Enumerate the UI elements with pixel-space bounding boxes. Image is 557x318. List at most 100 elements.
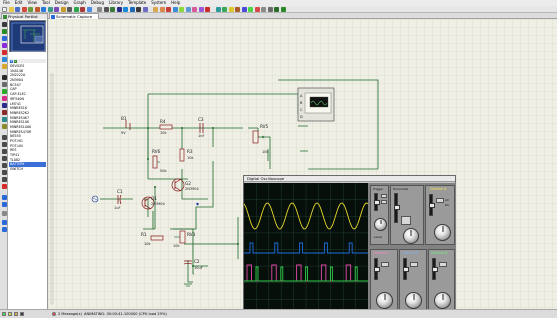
tape-recorder-icon[interactable] — [1, 96, 7, 101]
channel-d-coupling-selector[interactable] — [439, 262, 447, 267]
capacitor-C3[interactable]: C3 1nF — [198, 117, 204, 138]
bom-icon[interactable] — [73, 6, 79, 12]
oscilloscope-symbol[interactable]: A B C D — [297, 87, 335, 122]
search-tag-icon[interactable] — [248, 6, 253, 12]
zoom-area-icon[interactable] — [142, 6, 148, 12]
channel-c-coupling-selector[interactable] — [381, 262, 389, 267]
channel-a-position-slider[interactable] — [429, 194, 435, 216]
pick-from-library-button[interactable]: P — [10, 59, 13, 63]
device-pins-icon[interactable] — [1, 82, 7, 87]
selection-mode-icon[interactable] — [1, 22, 7, 27]
play-button[interactable] — [2, 312, 6, 316]
close-project-icon[interactable] — [34, 6, 40, 12]
wire-autorouter-icon[interactable] — [241, 6, 247, 12]
potentiometer-RV5[interactable]: RV5 10k — [252, 124, 269, 154]
horizontal-position-slider[interactable] — [394, 193, 400, 223]
digital-oscilloscope-window[interactable]: Digital Oscilloscope Trigger Level Horiz… — [243, 175, 456, 316]
gerber-icon[interactable] — [67, 6, 72, 12]
messages-count[interactable]: 2 Message(s) — [58, 312, 82, 317]
circle-2d-icon[interactable] — [1, 149, 7, 154]
pick-device-icon[interactable] — [215, 6, 221, 12]
mirror-x-icon[interactable] — [1, 220, 7, 225]
trigger-level-slider[interactable] — [374, 193, 380, 211]
overview-window[interactable] — [9, 20, 46, 52]
channel-d-position-slider[interactable] — [432, 258, 438, 280]
schematic-icon[interactable] — [47, 6, 53, 12]
packaging-icon[interactable] — [228, 6, 234, 12]
junction-dot-icon[interactable] — [1, 36, 7, 41]
signal-source[interactable] — [91, 195, 108, 203]
block-delete-icon[interactable] — [205, 6, 210, 12]
capacitor-C1[interactable]: C1 1uF — [114, 189, 123, 210]
component-mode-icon[interactable] — [1, 29, 7, 34]
3d-view-icon[interactable] — [60, 6, 66, 12]
virtual-instruments-icon[interactable] — [1, 124, 7, 129]
marker-icon[interactable] — [1, 184, 7, 189]
make-device-icon[interactable] — [222, 6, 227, 12]
grid-toggle-icon[interactable] — [103, 6, 109, 12]
pan-icon[interactable] — [116, 6, 122, 12]
potentiometer-RV3[interactable]: RV3 10k — [173, 230, 196, 248]
trigger-mode-selector[interactable] — [381, 194, 387, 198]
trigger-source-selector[interactable] — [381, 200, 387, 204]
trigger-position-knob[interactable] — [374, 218, 387, 231]
pause-button[interactable] — [14, 312, 18, 316]
import-icon[interactable] — [21, 6, 27, 12]
erc-icon[interactable] — [280, 6, 286, 12]
block-rotate-icon[interactable] — [198, 6, 204, 12]
home-icon[interactable] — [41, 6, 46, 12]
netlist-icon[interactable] — [274, 6, 279, 12]
redo-icon[interactable] — [159, 6, 165, 12]
undo-icon[interactable] — [153, 6, 158, 12]
channel-b-coupling-selector[interactable] — [410, 262, 418, 267]
pcb-icon[interactable] — [54, 6, 59, 12]
wire-label-icon[interactable] — [1, 43, 7, 48]
graph-mode-icon[interactable] — [1, 89, 7, 94]
zoom-in-icon[interactable] — [123, 6, 128, 12]
channel-a-coupling-selector[interactable] — [436, 198, 444, 203]
property-tool-icon[interactable] — [254, 6, 260, 12]
resistor-R4[interactable]: R4 10k — [159, 119, 173, 135]
new-sheet-icon[interactable] — [261, 6, 266, 12]
rotate-ccw-icon[interactable] — [1, 202, 7, 207]
source-code-icon[interactable] — [80, 6, 85, 12]
resistor-R3[interactable]: R3 10k — [179, 148, 194, 162]
channel-d-volts-knob[interactable] — [434, 292, 451, 309]
stop-button[interactable] — [20, 312, 24, 316]
box-2d-icon[interactable] — [1, 142, 7, 147]
subcircuit-icon[interactable] — [1, 64, 7, 69]
save-icon[interactable] — [15, 6, 20, 12]
messages-icon[interactable] — [52, 312, 56, 316]
battery-B1[interactable]: B1 9V — [121, 116, 131, 135]
timebase-knob[interactable] — [403, 228, 419, 244]
decompose-icon[interactable] — [235, 6, 240, 12]
remove-sheet-icon[interactable] — [267, 6, 273, 12]
buses-icon[interactable] — [1, 57, 7, 62]
open-folder-icon[interactable] — [8, 6, 14, 12]
channel-c-volts-knob[interactable] — [376, 292, 393, 309]
help-icon[interactable] — [86, 6, 92, 12]
block-copy-icon[interactable] — [185, 6, 191, 12]
arc-2d-icon[interactable] — [1, 156, 7, 161]
block-move-icon[interactable] — [192, 6, 197, 12]
rotation-angle-field[interactable] — [1, 211, 7, 216]
mirror-y-icon[interactable] — [1, 227, 7, 232]
zoom-out-icon[interactable] — [129, 6, 135, 12]
generator-icon[interactable] — [1, 103, 7, 108]
new-file-icon[interactable] — [2, 6, 7, 12]
rotate-cw-icon[interactable] — [1, 195, 7, 200]
transistor-Q1[interactable]: Q1 2N3904 — [141, 196, 166, 210]
symbol-2d-icon[interactable] — [1, 177, 7, 182]
channel-b-volts-knob[interactable] — [405, 292, 422, 309]
refresh-icon[interactable] — [97, 6, 102, 12]
copy-icon[interactable] — [172, 6, 178, 12]
current-probe-icon[interactable] — [1, 117, 7, 122]
terminals-icon[interactable] — [1, 75, 7, 80]
line-2d-icon[interactable] — [1, 135, 7, 140]
path-2d-icon[interactable] — [1, 163, 7, 168]
step-button[interactable] — [8, 312, 12, 316]
export-icon[interactable] — [28, 6, 33, 12]
cut-icon[interactable] — [166, 6, 171, 12]
text-2d-icon[interactable] — [1, 170, 7, 175]
channel-c-position-slider[interactable] — [374, 258, 380, 280]
